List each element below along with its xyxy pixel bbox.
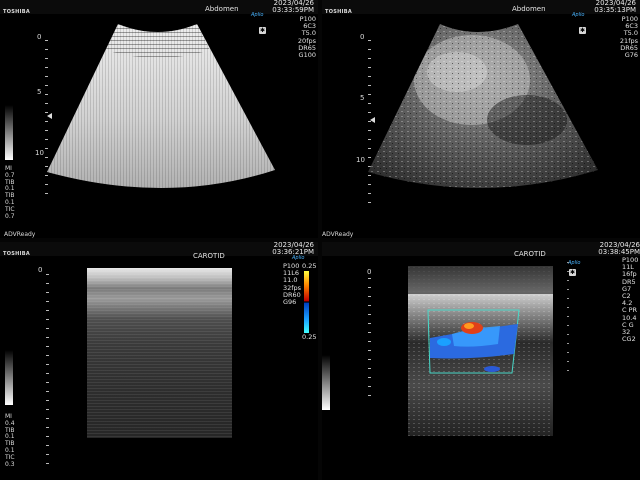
color-scale-max: 0.25: [302, 262, 317, 270]
depth-scale: [46, 274, 49, 464]
grayscale-bar: [5, 350, 13, 405]
mi-tis-readout: MI 0.4 TIB 0.1 TIB 0.1 TIC 0.3: [5, 413, 15, 468]
sector-image: [368, 24, 598, 189]
linear-scan-image: [87, 268, 232, 438]
sector-image: [47, 24, 275, 189]
preset-label: CAROTID: [193, 252, 225, 260]
ultrasound-viewport-3[interactable]: TOSHIBA CAROTID 2023/04/26 03:36:21PM Ap…: [0, 242, 318, 480]
depth-mark: 0: [38, 266, 43, 274]
imaging-parameters: P100 11L6 11.0 32fps DR60 G96: [283, 262, 301, 307]
datetime-readout: 2023/04/26 03:36:21PM: [272, 242, 314, 256]
brand-label: TOSHIBA: [3, 251, 31, 257]
param-line: G96: [283, 298, 297, 307]
doppler-image: [408, 266, 553, 436]
ultrasound-viewport-2[interactable]: TOSHIBA Abdomen 2023/04/26 03:35:13PM Ap…: [322, 0, 640, 238]
tic-value: 0.3: [5, 460, 15, 468]
ultrasound-viewport-4[interactable]: CAROTID 2023/04/26 03:38:45PM Aplio ✱ P1…: [322, 242, 640, 480]
color-scale-min: 0.25: [302, 333, 317, 341]
viewport-title-bar: [0, 242, 318, 256]
aplio-logo: Aplio: [292, 255, 305, 261]
color-velocity-bar: [304, 271, 309, 333]
ultrasound-viewport-1[interactable]: TOSHIBA Abdomen 2023/04/26 03:33:59PM Ap…: [0, 0, 318, 238]
